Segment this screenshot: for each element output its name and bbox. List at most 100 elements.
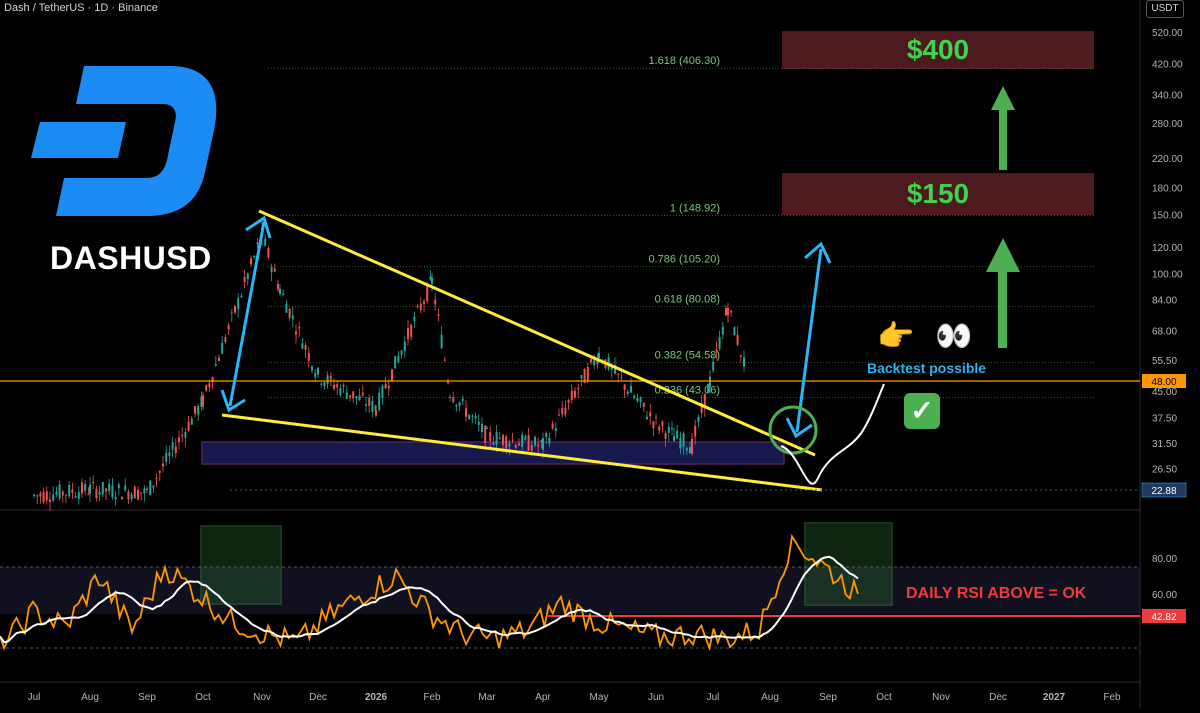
candle-body — [718, 337, 721, 349]
candle-body — [498, 437, 501, 439]
price-tick-label: 220.00 — [1152, 154, 1183, 165]
candle-body — [636, 397, 639, 402]
time-tick-label: Oct — [876, 692, 892, 703]
pointing-hand-icon: 👉 — [877, 320, 915, 353]
candle-body — [68, 485, 71, 497]
low-price-badge-text: 22.88 — [1151, 486, 1176, 497]
candle-body — [279, 288, 281, 294]
candle-body — [492, 442, 495, 445]
candle-body — [221, 343, 224, 354]
candle-body — [146, 488, 148, 491]
candle-body — [117, 484, 120, 489]
target-400-label: $400 — [906, 34, 970, 65]
candle-body — [534, 436, 536, 446]
candle-body — [410, 324, 413, 338]
candle-body — [465, 408, 467, 417]
candle-body — [458, 402, 461, 406]
candle-body — [298, 326, 301, 329]
candle-body — [468, 414, 471, 419]
rsi-tick-label: 80.00 — [1152, 554, 1177, 565]
candle-body — [171, 442, 174, 450]
candle-body — [208, 383, 211, 388]
candle-body — [190, 418, 193, 425]
time-tick-label: 2027 — [1043, 692, 1066, 703]
currency-label[interactable]: USDT — [1146, 0, 1184, 18]
candle-body — [42, 491, 45, 503]
time-tick-label: Jul — [28, 692, 41, 703]
time-tick-label: Nov — [253, 692, 271, 703]
price-tick-label: 55.50 — [1152, 356, 1177, 367]
candle-body — [542, 438, 544, 450]
candle-body — [652, 421, 655, 429]
candle-body — [440, 334, 443, 348]
candle-body — [658, 426, 661, 431]
candle-body — [174, 446, 177, 454]
candle-body — [471, 415, 474, 417]
candle-body — [342, 384, 345, 387]
candle-body — [61, 491, 64, 496]
symbol-header[interactable]: Dash / TetherUS · 1D · Binance — [4, 2, 158, 14]
candle-body — [664, 433, 667, 440]
green-up-arrows — [986, 86, 1020, 348]
candle-body — [567, 399, 570, 403]
candle-body — [426, 284, 429, 302]
candle-body — [365, 404, 367, 406]
candle-body — [667, 427, 670, 434]
candle-body — [358, 395, 361, 401]
candle-body — [237, 298, 240, 309]
candle-body — [301, 343, 304, 349]
time-tick-label: Feb — [1103, 692, 1121, 703]
candle-body — [502, 434, 504, 446]
candle-body — [676, 430, 679, 439]
candle-body — [694, 425, 697, 437]
candle-body — [224, 337, 227, 342]
candle-body — [416, 305, 419, 308]
fib-level-label: 0.382 (54.58) — [655, 350, 720, 362]
candle-body — [246, 273, 249, 280]
candle-body — [682, 433, 685, 447]
candle-body — [295, 331, 297, 335]
candle-body — [452, 397, 455, 402]
candle-body — [95, 488, 98, 499]
candle-body — [320, 383, 323, 385]
candle-body — [352, 391, 355, 399]
candle-body — [514, 444, 517, 448]
candle-body — [423, 301, 425, 304]
rsi-note: DAILY RSI ABOVE = OK — [906, 585, 1087, 602]
time-tick-label: Dec — [309, 692, 327, 703]
candle-body — [307, 352, 310, 361]
candle-body — [437, 314, 440, 316]
candle-body — [548, 437, 551, 444]
candle-body — [114, 496, 117, 500]
price-tick-label: 180.00 — [1152, 184, 1183, 195]
price-tick-label: 37.50 — [1152, 414, 1177, 425]
candle-body — [234, 305, 236, 313]
candle-body — [712, 361, 715, 371]
candle-body — [623, 384, 626, 390]
time-tick-label: Mar — [478, 692, 496, 703]
candle-body — [77, 492, 80, 499]
time-tick-label: Oct — [195, 692, 211, 703]
candle-body — [577, 387, 580, 390]
candle-body — [527, 435, 530, 451]
candle-body — [288, 308, 291, 319]
candle-body — [214, 364, 217, 366]
time-tick-label: Apr — [535, 692, 551, 703]
price-tick-label: 26.50 — [1152, 464, 1177, 475]
wedge-upper-line — [258, 209, 816, 457]
candle-body — [727, 307, 729, 316]
candle-body — [317, 367, 319, 375]
candle-body — [168, 452, 171, 456]
candle-body — [155, 477, 158, 479]
candle-body — [291, 315, 294, 320]
candle-body — [455, 404, 458, 407]
candle-body — [108, 483, 111, 492]
candle-body — [524, 436, 527, 440]
price-tick-label: 340.00 — [1152, 90, 1183, 101]
candle-body — [143, 488, 146, 494]
candle-body — [184, 432, 187, 438]
candle-body — [101, 482, 104, 495]
candle-body — [505, 436, 508, 449]
candle-body — [158, 471, 161, 473]
candle-body — [721, 326, 724, 335]
